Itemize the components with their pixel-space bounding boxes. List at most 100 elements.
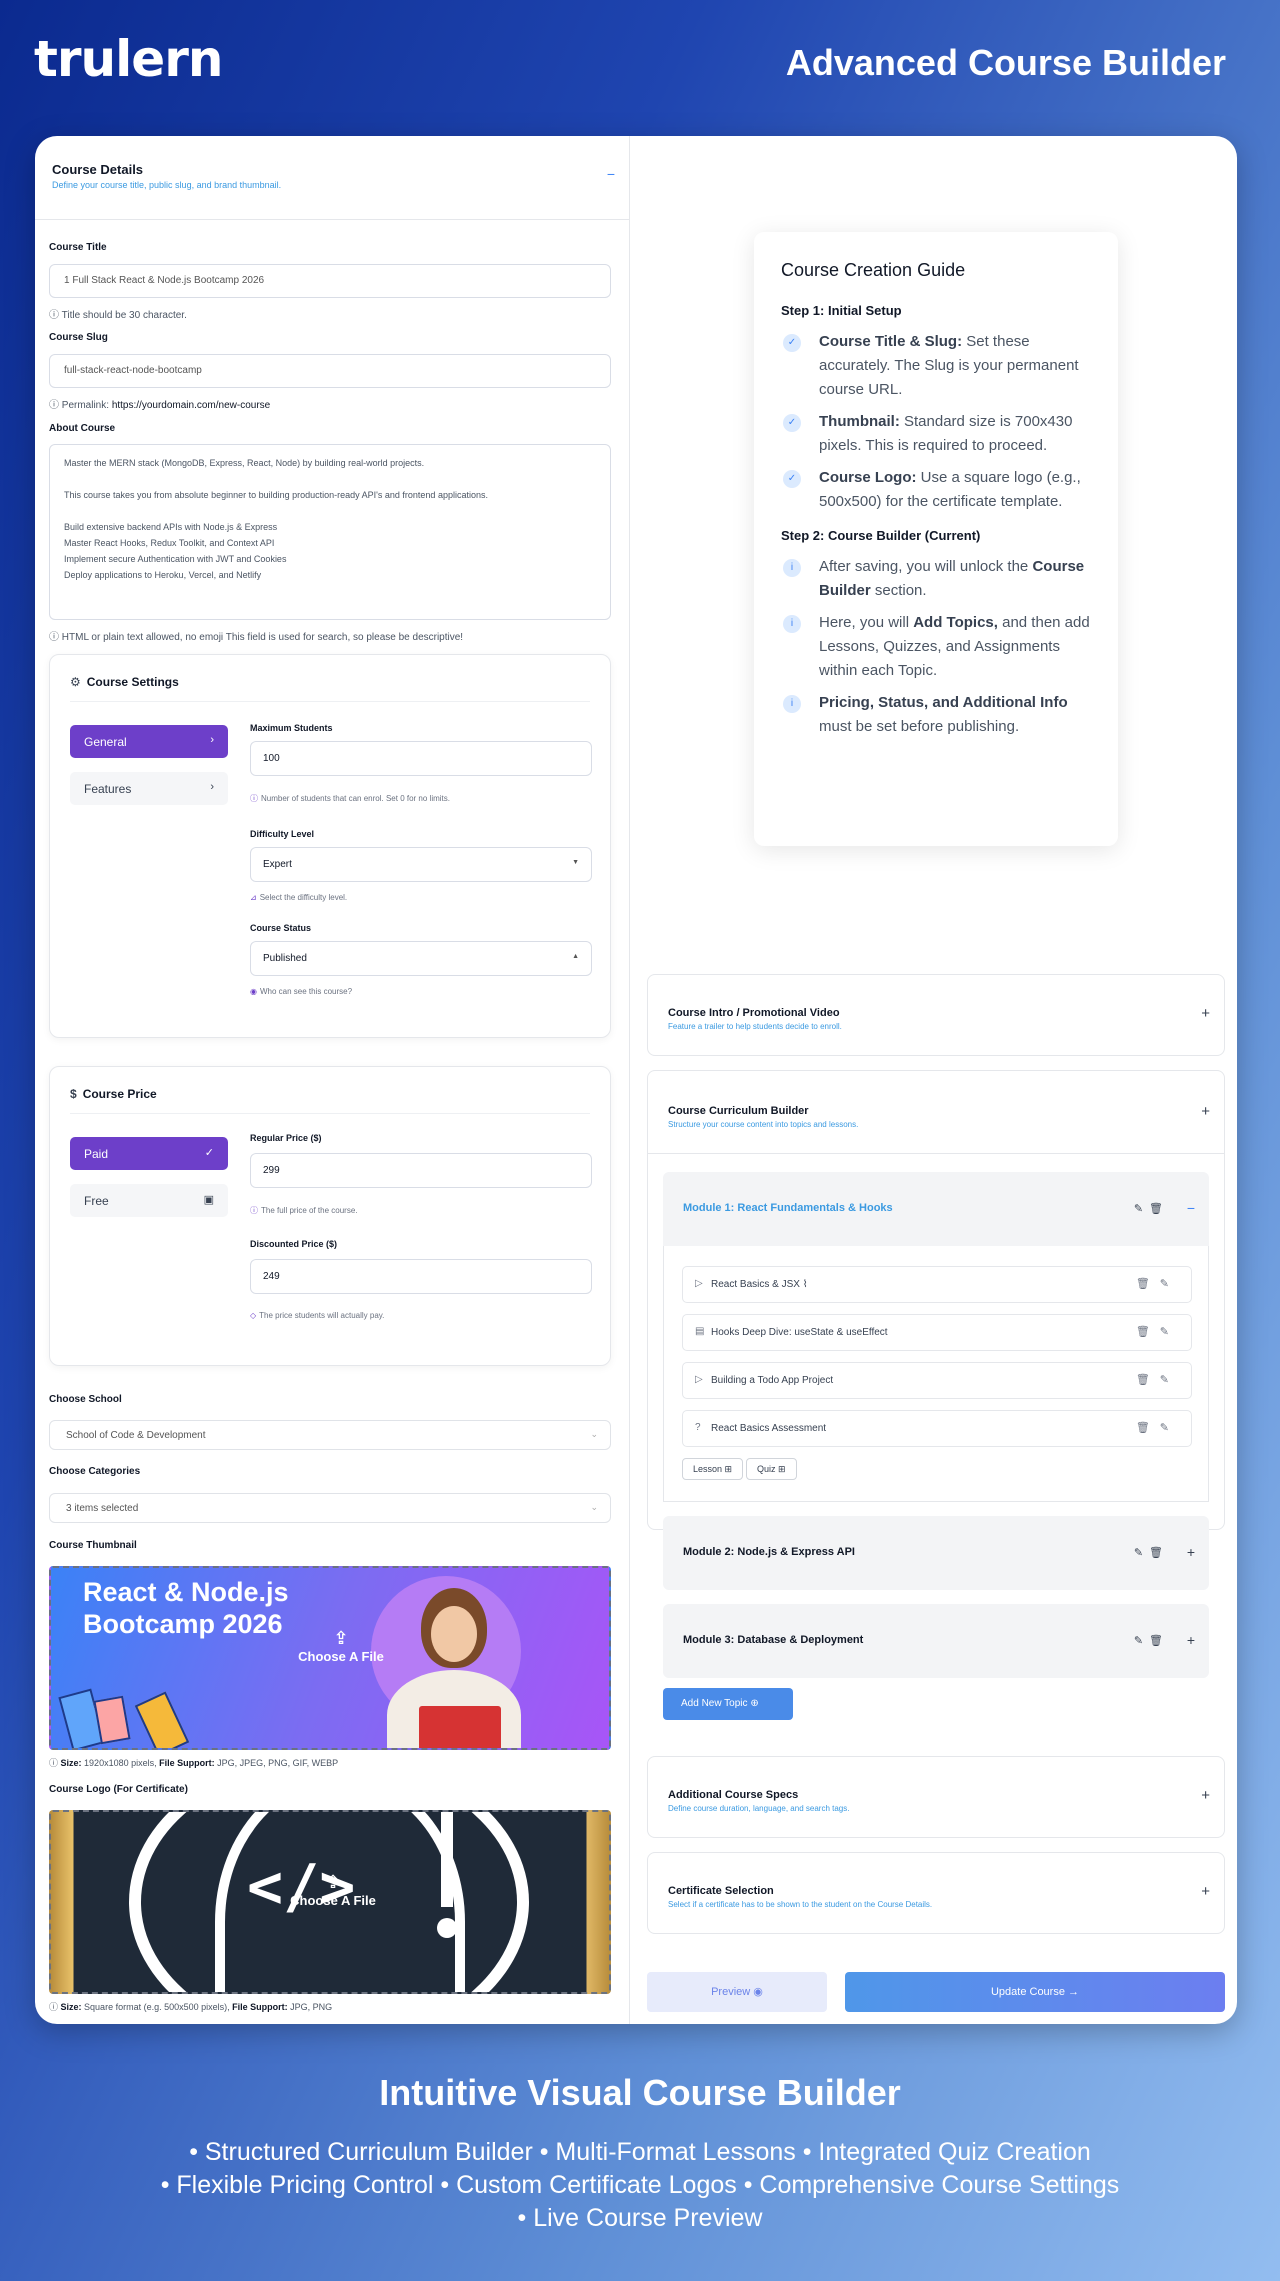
tab-paid[interactable]: Paid ✓ xyxy=(70,1137,228,1170)
plus-icon[interactable]: + xyxy=(1201,1103,1210,1120)
intro-video-accordion[interactable]: Course Intro / Promotional Video Feature… xyxy=(647,974,1225,1056)
plus-circle-icon: ⊕ xyxy=(750,1698,759,1709)
lesson-item[interactable]: ? React Basics Assessment 🗑✎ xyxy=(682,1410,1192,1447)
preview-button[interactable]: Preview ◉ xyxy=(647,1972,827,2012)
module-title: Module 2: Node.js & Express API xyxy=(683,1546,855,1558)
module-1-body: ▷ React Basics & JSX ⌇ 🗑✎ ▤ Hooks Deep Dive… xyxy=(663,1246,1209,1502)
course-title-input[interactable]: 1 Full Stack React & Node.js Bootcamp 20… xyxy=(49,264,611,298)
logo-dot xyxy=(437,1918,457,1938)
info-icon: i xyxy=(783,695,801,713)
lesson-item[interactable]: ▤ Hooks Deep Dive: useState & useEffect 🗑✎ xyxy=(682,1314,1192,1351)
brand-logo: trulern xyxy=(34,30,223,88)
additional-specs-accordion[interactable]: Additional Course Specs Define course du… xyxy=(647,1756,1225,1838)
certificate-accordion[interactable]: Certificate Selection Select if a certif… xyxy=(647,1852,1225,1934)
max-students-label: Maximum Students xyxy=(250,723,333,733)
edit-delete-icons[interactable]: ✎🗑 xyxy=(1134,1202,1169,1215)
divider xyxy=(648,1153,1224,1154)
logo-dropzone[interactable]: </> ⇪ Choose A File xyxy=(49,1810,611,1994)
edit-delete-icons[interactable]: ✎🗑 xyxy=(1134,1634,1169,1647)
about-label: About Course xyxy=(49,423,116,434)
tab-general[interactable]: General › xyxy=(70,725,228,758)
delete-edit-icons[interactable]: 🗑✎ xyxy=(1136,1325,1179,1338)
module-title: Module 3: Database & Deployment xyxy=(683,1634,864,1646)
upload-icon: ⇪ xyxy=(325,1872,341,1892)
course-details-header[interactable]: Course Details Define your course title,… xyxy=(35,136,629,220)
footer-features: • Structured Curriculum Builder • Multi-… xyxy=(0,2136,1280,2235)
info-icon: ⓘ xyxy=(49,400,62,411)
about-line: Implement secure Authentication with JWT… xyxy=(64,554,287,564)
column-divider xyxy=(629,136,630,2024)
accordion-subtitle: Feature a trailer to help students decid… xyxy=(668,1022,842,1031)
course-title-label: Course Title xyxy=(49,242,107,253)
school-select[interactable]: School of Code & Development ⌄ xyxy=(49,1420,611,1450)
thumbnail-image-text: React & Node.js Bootcamp 2026 xyxy=(83,1577,289,1639)
thumbnail-choose-file[interactable]: ⇪ Choose A File xyxy=(271,1628,411,1664)
accordion-title: Certificate Selection xyxy=(668,1885,774,1897)
about-line: Master React Hooks, Redux Toolkit, and C… xyxy=(64,538,275,548)
plus-icon[interactable]: + xyxy=(1201,1005,1210,1022)
add-topic-button[interactable]: Add New Topic ⊕ xyxy=(663,1688,793,1720)
edit-delete-icons[interactable]: ✎🗑 xyxy=(1134,1546,1169,1559)
info-icon: ⓘ xyxy=(250,794,258,803)
lesson-item[interactable]: ▷ Building a Todo App Project 🗑✎ xyxy=(682,1362,1192,1399)
categories-select[interactable]: 3 items selected ⌄ xyxy=(49,1493,611,1523)
collapse-icon[interactable]: − xyxy=(607,166,615,182)
slug-input[interactable]: full-stack-react-node-bootcamp xyxy=(49,354,611,388)
about-line: This course takes you from absolute begi… xyxy=(64,490,488,500)
course-settings-title: ⚙ Course Settings xyxy=(70,675,179,689)
tab-free[interactable]: Free ▣ xyxy=(70,1184,228,1217)
delete-edit-icons[interactable]: 🗑✎ xyxy=(1136,1421,1179,1434)
guide-item: i After saving, you will unlock the Cours… xyxy=(781,555,1091,603)
add-lesson-button[interactable]: Lesson ⊞ xyxy=(682,1458,744,1480)
module-2[interactable]: Module 2: Node.js & Express API ✎🗑 + xyxy=(663,1516,1209,1590)
max-students-input[interactable]: 100 xyxy=(250,741,592,776)
course-title-hint: ⓘ Title should be 30 character. xyxy=(49,310,187,321)
add-quiz-button[interactable]: Quiz ⊞ xyxy=(746,1458,797,1480)
about-textarea[interactable]: Master the MERN stack (MongoDB, Express,… xyxy=(49,444,611,620)
guide-item: ✓ Course Logo: Use a square logo (e.g., 5… xyxy=(781,466,1091,514)
document-icon: ▤ xyxy=(695,1326,705,1337)
about-line xyxy=(64,471,596,487)
difficulty-hint: ⊿ Select the difficulty level. xyxy=(250,893,348,902)
update-course-button[interactable]: Update Course → xyxy=(845,1972,1225,2012)
chevron-right-icon: › xyxy=(210,734,214,746)
play-icon: ▷ xyxy=(695,1374,703,1385)
about-line xyxy=(64,503,596,519)
status-select[interactable]: Published ▲ xyxy=(250,941,592,976)
tab-features[interactable]: Features › xyxy=(70,772,228,805)
delete-edit-icons[interactable]: 🗑✎ xyxy=(1136,1277,1179,1290)
plus-icon[interactable]: + xyxy=(1201,1883,1210,1900)
divider xyxy=(70,701,590,702)
guide-title: Course Creation Guide xyxy=(781,260,966,280)
info-icon: ⓘ xyxy=(49,1758,61,1768)
expand-icon[interactable]: + xyxy=(1187,1632,1195,1648)
plus-square-icon: ⊞ xyxy=(778,1464,786,1474)
module-1[interactable]: Module 1: React Fundamentals & Hooks ✎🗑 … xyxy=(663,1172,1209,1246)
accordion-title: Course Intro / Promotional Video xyxy=(668,1007,840,1019)
about-line: Master the MERN stack (MongoDB, Express,… xyxy=(64,458,425,468)
info-icon: ⓘ xyxy=(49,2002,61,2012)
lesson-item[interactable]: ▷ React Basics & JSX ⌇ 🗑✎ xyxy=(682,1266,1192,1303)
eye-icon: ◉ xyxy=(753,1986,763,1998)
accordion-subtitle: Define course duration, language, and se… xyxy=(668,1804,850,1813)
thumbnail-dropzone[interactable]: React & Node.js Bootcamp 2026 ⇪ Choose A … xyxy=(49,1566,611,1750)
delete-edit-icons[interactable]: 🗑✎ xyxy=(1136,1373,1179,1386)
logo-choose-file[interactable]: ⇪ Choose A File xyxy=(263,1872,403,1908)
guide-step1: Step 1: Initial Setup xyxy=(781,303,902,318)
discount-price-input[interactable]: 249 xyxy=(250,1259,592,1294)
plus-icon[interactable]: + xyxy=(1201,1787,1210,1804)
difficulty-select[interactable]: Expert ▼ xyxy=(250,847,592,882)
section-title: Course Details xyxy=(52,162,144,177)
info-icon: i xyxy=(783,559,801,577)
expand-icon[interactable]: + xyxy=(1187,1544,1195,1560)
collapse-icon[interactable]: − xyxy=(1187,1200,1195,1216)
regular-price-input[interactable]: 299 xyxy=(250,1153,592,1188)
divider xyxy=(70,1113,590,1114)
module-3[interactable]: Module 3: Database & Deployment ✎🗑 + xyxy=(663,1604,1209,1678)
permalink-url[interactable]: https://yourdomain.com/new-course xyxy=(112,400,270,411)
discount-price-hint: ◇ The price students will actually pay. xyxy=(250,1311,385,1320)
dropdown-arrow-icon: ▲ xyxy=(572,953,579,960)
check-circle-icon: ✓ xyxy=(204,1147,214,1159)
discount-price-label: Discounted Price ($) xyxy=(250,1239,338,1249)
check-circle-icon: ✓ xyxy=(783,470,801,488)
